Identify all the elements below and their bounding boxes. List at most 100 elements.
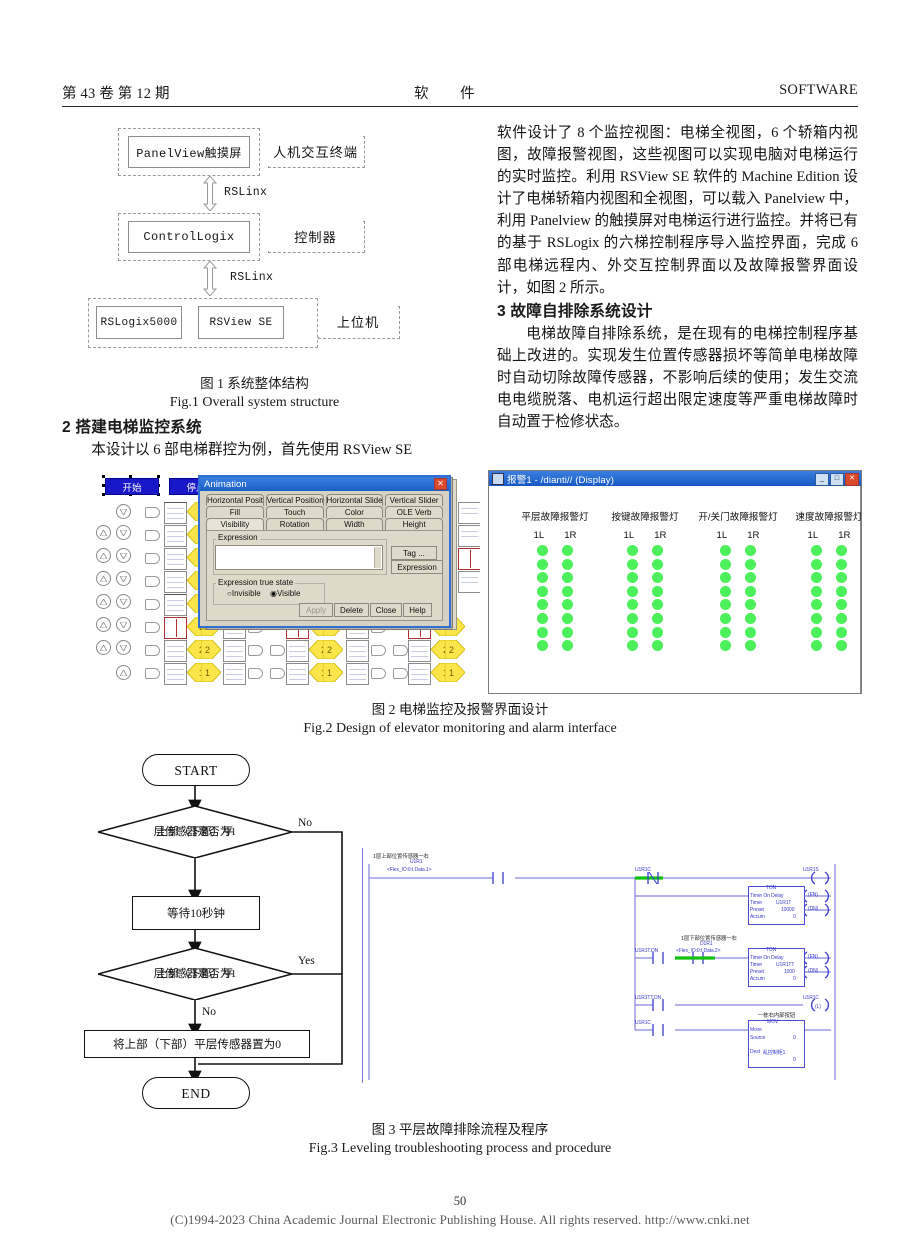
fig1-caption-en: Fig.1 Overall system structure — [169, 395, 340, 410]
tab-row-1[interactable]: Horizontal Position Vertical Position Ho… — [206, 494, 443, 506]
lamp-column-left — [720, 545, 731, 652]
lamp-column-right — [745, 545, 756, 652]
hall-call-up-icon[interactable] — [96, 640, 111, 655]
alarm-group-header: 按键故障报警灯 — [611, 512, 679, 523]
alarm-lamp — [836, 572, 847, 584]
alarm-lamp — [811, 585, 822, 597]
start-button[interactable]: 开始 — [105, 478, 159, 495]
hall-call-down-icon[interactable] — [116, 525, 131, 540]
maximize-icon[interactable]: □ — [830, 473, 844, 486]
alarm-lamp — [537, 558, 548, 570]
delete-button[interactable]: Delete — [334, 603, 369, 617]
timer-2-title: Timer On Delay — [750, 955, 784, 961]
close-button[interactable]: Close — [370, 603, 402, 617]
alarm-lamp — [562, 599, 573, 611]
car-cell — [346, 640, 369, 662]
minimize-icon[interactable]: _ — [815, 473, 829, 486]
svg-text:1: 1 — [327, 668, 332, 678]
journal-name-en: SOFTWARE — [779, 82, 858, 98]
timer-1-title: Timer On Delay — [750, 893, 784, 899]
expression-button[interactable]: Expression — [391, 560, 443, 574]
paragraph-section-2: 本设计以 6 部电梯群控为例，首先使用 RSView SE — [91, 442, 413, 458]
alarm-lamp — [627, 572, 638, 584]
alarm-titlebar[interactable]: 报警1 - /dianti// (Display) _ □ ✕ — [489, 471, 861, 486]
alarm-lamp — [652, 599, 663, 611]
flow-decision-1: 上部（下部）平 层传感器是否为1 — [98, 806, 292, 858]
tab-row-3[interactable]: Visibility Rotation Width Height — [206, 518, 443, 530]
hall-call-down-icon[interactable] — [116, 571, 131, 586]
lamp-column-right — [652, 545, 663, 652]
lamp-column-left — [537, 545, 548, 652]
hall-call-up-icon[interactable] — [96, 548, 111, 563]
tag-button[interactable]: Tag ... — [391, 546, 437, 560]
tab-horizontal-position[interactable]: Horizontal Position — [206, 494, 264, 506]
hall-call-up-icon[interactable] — [96, 617, 111, 632]
floor-arrow-2: 2 — [323, 640, 343, 659]
close-icon[interactable]: ✕ — [434, 478, 447, 490]
window-controls[interactable]: _ □ ✕ — [815, 473, 859, 486]
close-icon[interactable]: ✕ — [845, 473, 859, 486]
mov-title: Move — [750, 1027, 762, 1033]
lamp-column-left — [811, 545, 822, 652]
tab-visibility[interactable]: Visibility — [206, 518, 264, 530]
animation-dialog[interactable]: Animation ✕ Horizontal Position Vertical… — [198, 475, 451, 628]
tab-horizontal-slider[interactable]: Horizontal Slider — [325, 494, 384, 506]
car-cell — [286, 640, 309, 662]
hall-call-down-icon[interactable] — [116, 594, 131, 609]
hall-lamp — [145, 645, 160, 656]
contact-u1r1c: U1R1C — [635, 867, 651, 873]
fig1-box-hmi: 人机交互终端 — [268, 136, 363, 166]
hall-call-down-icon[interactable] — [116, 504, 131, 519]
tab-row-2[interactable]: Fill Touch Color OLE Verb — [206, 506, 443, 518]
help-button[interactable]: Help — [403, 603, 432, 617]
alarm-lamp — [836, 612, 847, 624]
tab-height[interactable]: Height — [385, 518, 443, 530]
car-cell-active — [458, 548, 480, 570]
alarm-lamp — [811, 640, 822, 652]
svg-text:2: 2 — [327, 645, 332, 655]
radio-invisible[interactable]: ○Invisible — [227, 589, 261, 598]
car-cell — [164, 548, 187, 570]
hall-call-down-icon[interactable] — [116, 640, 131, 655]
alarm-lamp — [811, 626, 822, 638]
alarm-lamp — [745, 545, 756, 556]
tab-color[interactable]: Color — [325, 506, 384, 518]
floor-arrow-2: 2 — [445, 640, 465, 659]
alarm-lamp — [745, 558, 756, 570]
hall-call-down-icon[interactable] — [116, 617, 131, 632]
left-column-text: 2 搭建电梯监控系统 本设计以 6 部电梯群控为例，首先使用 RSView SE — [62, 415, 447, 461]
expression-input[interactable] — [215, 545, 383, 570]
alarm-lamp — [562, 545, 573, 556]
lamp-grid — [507, 545, 603, 652]
alarm-lamp — [627, 545, 638, 556]
tab-rotation[interactable]: Rotation — [265, 518, 324, 530]
fig1-arrow-lower — [202, 261, 218, 296]
tab-touch[interactable]: Touch — [265, 506, 324, 518]
tab-vertical-slider[interactable]: Vertical Slider — [385, 494, 443, 506]
right-column-text: 软件设计了 8 个监控视图：电梯全视图，6 个轿箱内视图，故障报警视图，这些视图… — [497, 122, 858, 433]
mov-type: MOV — [767, 1019, 779, 1025]
dialog-titlebar[interactable]: Animation ✕ — [200, 477, 449, 491]
alarm-lamp — [537, 640, 548, 652]
mov-comment: 一栋右内部按钮 — [758, 1013, 796, 1019]
alarm-group-sublabels: 1L 1R — [781, 530, 861, 541]
alarm-group-sublabels: 1L 1R — [507, 530, 603, 541]
alarm-lamp — [745, 585, 756, 597]
hall-call-up-icon[interactable] — [96, 571, 111, 586]
hall-call-up-icon[interactable] — [116, 665, 131, 680]
expression-scrollbar[interactable] — [374, 547, 381, 568]
timer-1-preset-label: Preset — [750, 907, 764, 913]
tab-width[interactable]: Width — [325, 518, 384, 530]
apply-button[interactable]: Apply — [299, 603, 333, 617]
tab-vertical-position[interactable]: Vertical Position — [265, 494, 324, 506]
alarm-lamp — [562, 626, 573, 638]
hall-call-up-icon[interactable] — [96, 525, 111, 540]
tab-ole-verb[interactable]: OLE Verb — [385, 506, 443, 518]
hall-call-down-icon[interactable] — [116, 548, 131, 563]
radio-visible[interactable]: ◉Visible — [270, 589, 300, 598]
dialog-title: Animation — [204, 478, 247, 490]
alarm-window: 报警1 - /dianti// (Display) _ □ ✕ 平层故障报警灯 … — [488, 470, 862, 694]
tab-fill[interactable]: Fill — [206, 506, 264, 518]
fig1-box-controller: 控制器 — [268, 221, 363, 251]
hall-call-up-icon[interactable] — [96, 594, 111, 609]
